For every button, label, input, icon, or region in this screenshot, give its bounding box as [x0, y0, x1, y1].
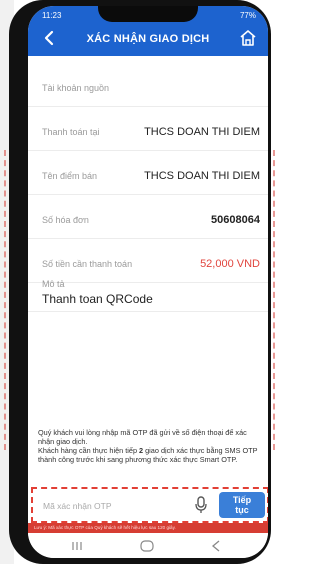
row-merchant-name: Tên điểm bán THCS DOAN THI DIEM: [28, 158, 268, 195]
row-label: Tài khoản nguồn: [42, 83, 110, 93]
description-label: Mô tả: [42, 279, 65, 289]
phone-frame: 11:23 77% XÁC NHẬN GIAO DỊCH Tài khoản n…: [9, 0, 271, 564]
back-triangle-icon[interactable]: [210, 540, 222, 552]
home-circle-icon[interactable]: [140, 540, 154, 552]
row-invoice-number: Số hóa đơn 50608064: [28, 202, 268, 239]
app-header: 11:23 77% XÁC NHẬN GIAO DỊCH: [28, 6, 268, 56]
otp-requirement-text: Khách hàng cần thực hiện tiếp: [38, 446, 140, 455]
row-label: Số tiền cần thanh toán: [42, 259, 133, 269]
row-label: Số hóa đơn: [42, 215, 89, 225]
page-title: XÁC NHẬN GIAO DỊCH: [86, 33, 210, 45]
otp-input-area: Tiếp tục: [31, 487, 268, 523]
screen: 11:23 77% XÁC NHẬN GIAO DỊCH Tài khoản n…: [28, 6, 268, 558]
row-label: Thanh toán tại: [42, 127, 100, 137]
row-value: THCS DOAN THI DIEM: [144, 126, 260, 138]
microphone-icon[interactable]: [194, 496, 208, 514]
otp-requirement-line: Khách hàng cần thực hiện tiếp 2 giao dịc…: [38, 446, 264, 464]
row-payment-at: Thanh toán tại THCS DOAN THI DIEM: [28, 114, 268, 151]
amount-value: 52,000 VND: [200, 258, 260, 270]
continue-button[interactable]: Tiếp tục: [219, 492, 265, 518]
divider: [28, 311, 268, 312]
home-icon[interactable]: [238, 28, 258, 48]
otp-expiry-notice: Lưu ý: Mã xác thực OTP của Quý khách sẽ …: [28, 523, 268, 533]
otp-instructions: Quý khách vui lòng nhập mã OTP đã gửi về…: [38, 428, 264, 464]
recent-apps-icon[interactable]: [70, 541, 84, 551]
dashed-guide-right: [273, 150, 279, 450]
row-value: 50608064: [211, 214, 260, 226]
status-time: 11:23: [42, 11, 62, 20]
description-value: Thanh toan QRCode: [42, 292, 153, 306]
otp-input[interactable]: [41, 495, 193, 517]
status-battery: 77%: [239, 11, 256, 20]
otp-instruction-line: Quý khách vui lòng nhập mã OTP đã gửi về…: [38, 428, 247, 446]
row-amount: Số tiền cần thanh toán 52,000 VND: [28, 246, 268, 283]
row-value: THCS DOAN THI DIEM: [144, 170, 260, 182]
row-label: Tên điểm bán: [42, 171, 98, 181]
back-icon[interactable]: [40, 28, 60, 48]
system-nav-bar: [28, 533, 268, 558]
camera-notch: [98, 6, 198, 22]
row-source-account[interactable]: Tài khoản nguồn: [28, 70, 268, 107]
